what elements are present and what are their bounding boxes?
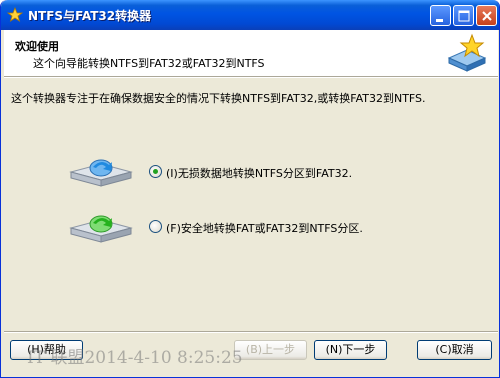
maximize-button[interactable]: [453, 5, 474, 26]
wizard-header: 欢迎使用 这个向导能转换NTFS到FAT32或FAT32到NTFS: [4, 30, 498, 76]
header-title: 欢迎使用: [15, 40, 59, 53]
cancel-button[interactable]: (C)取消: [417, 340, 492, 360]
description-text: 这个转换器专注于在确保数据安全的情况下转换NTFS到FAT32,或转换FAT32…: [11, 92, 426, 105]
option-label[interactable]: (F)安全地转换FAT或FAT32到NTFS分区.: [166, 220, 363, 236]
back-button[interactable]: (B)上一步: [234, 340, 307, 360]
converter-window: NTFS与FAT32转换器 欢迎使用 这个向导能转换NTFS到FAT32或FAT…: [0, 0, 500, 378]
next-button[interactable]: (N)下一步: [314, 340, 387, 360]
drive-blue-arrow-icon: [69, 159, 133, 187]
header-subtitle: 这个向导能转换NTFS到FAT32或FAT32到NTFS: [33, 57, 265, 70]
radio-fat-to-ntfs[interactable]: [149, 220, 162, 233]
minimize-icon: [436, 19, 443, 22]
help-button[interactable]: (H)帮助: [10, 340, 83, 360]
title-bar[interactable]: NTFS与FAT32转换器: [1, 0, 499, 30]
window-title: NTFS与FAT32转换器: [28, 9, 152, 23]
option-label[interactable]: (I)无损数据地转换NTFS分区到FAT32.: [166, 165, 352, 181]
app-star-icon: [7, 7, 23, 22]
radio-ntfs-to-fat32[interactable]: [149, 165, 162, 178]
maximize-icon: [458, 10, 470, 22]
header-separator: [4, 76, 498, 78]
footer-separator: [4, 331, 498, 333]
drive-green-arrow-icon: [69, 215, 133, 243]
close-icon: [482, 11, 492, 21]
radio-selected-dot: [153, 169, 158, 174]
minimize-button[interactable]: [430, 5, 451, 26]
star-drive-icon: [447, 33, 487, 72]
close-button[interactable]: [476, 5, 497, 26]
